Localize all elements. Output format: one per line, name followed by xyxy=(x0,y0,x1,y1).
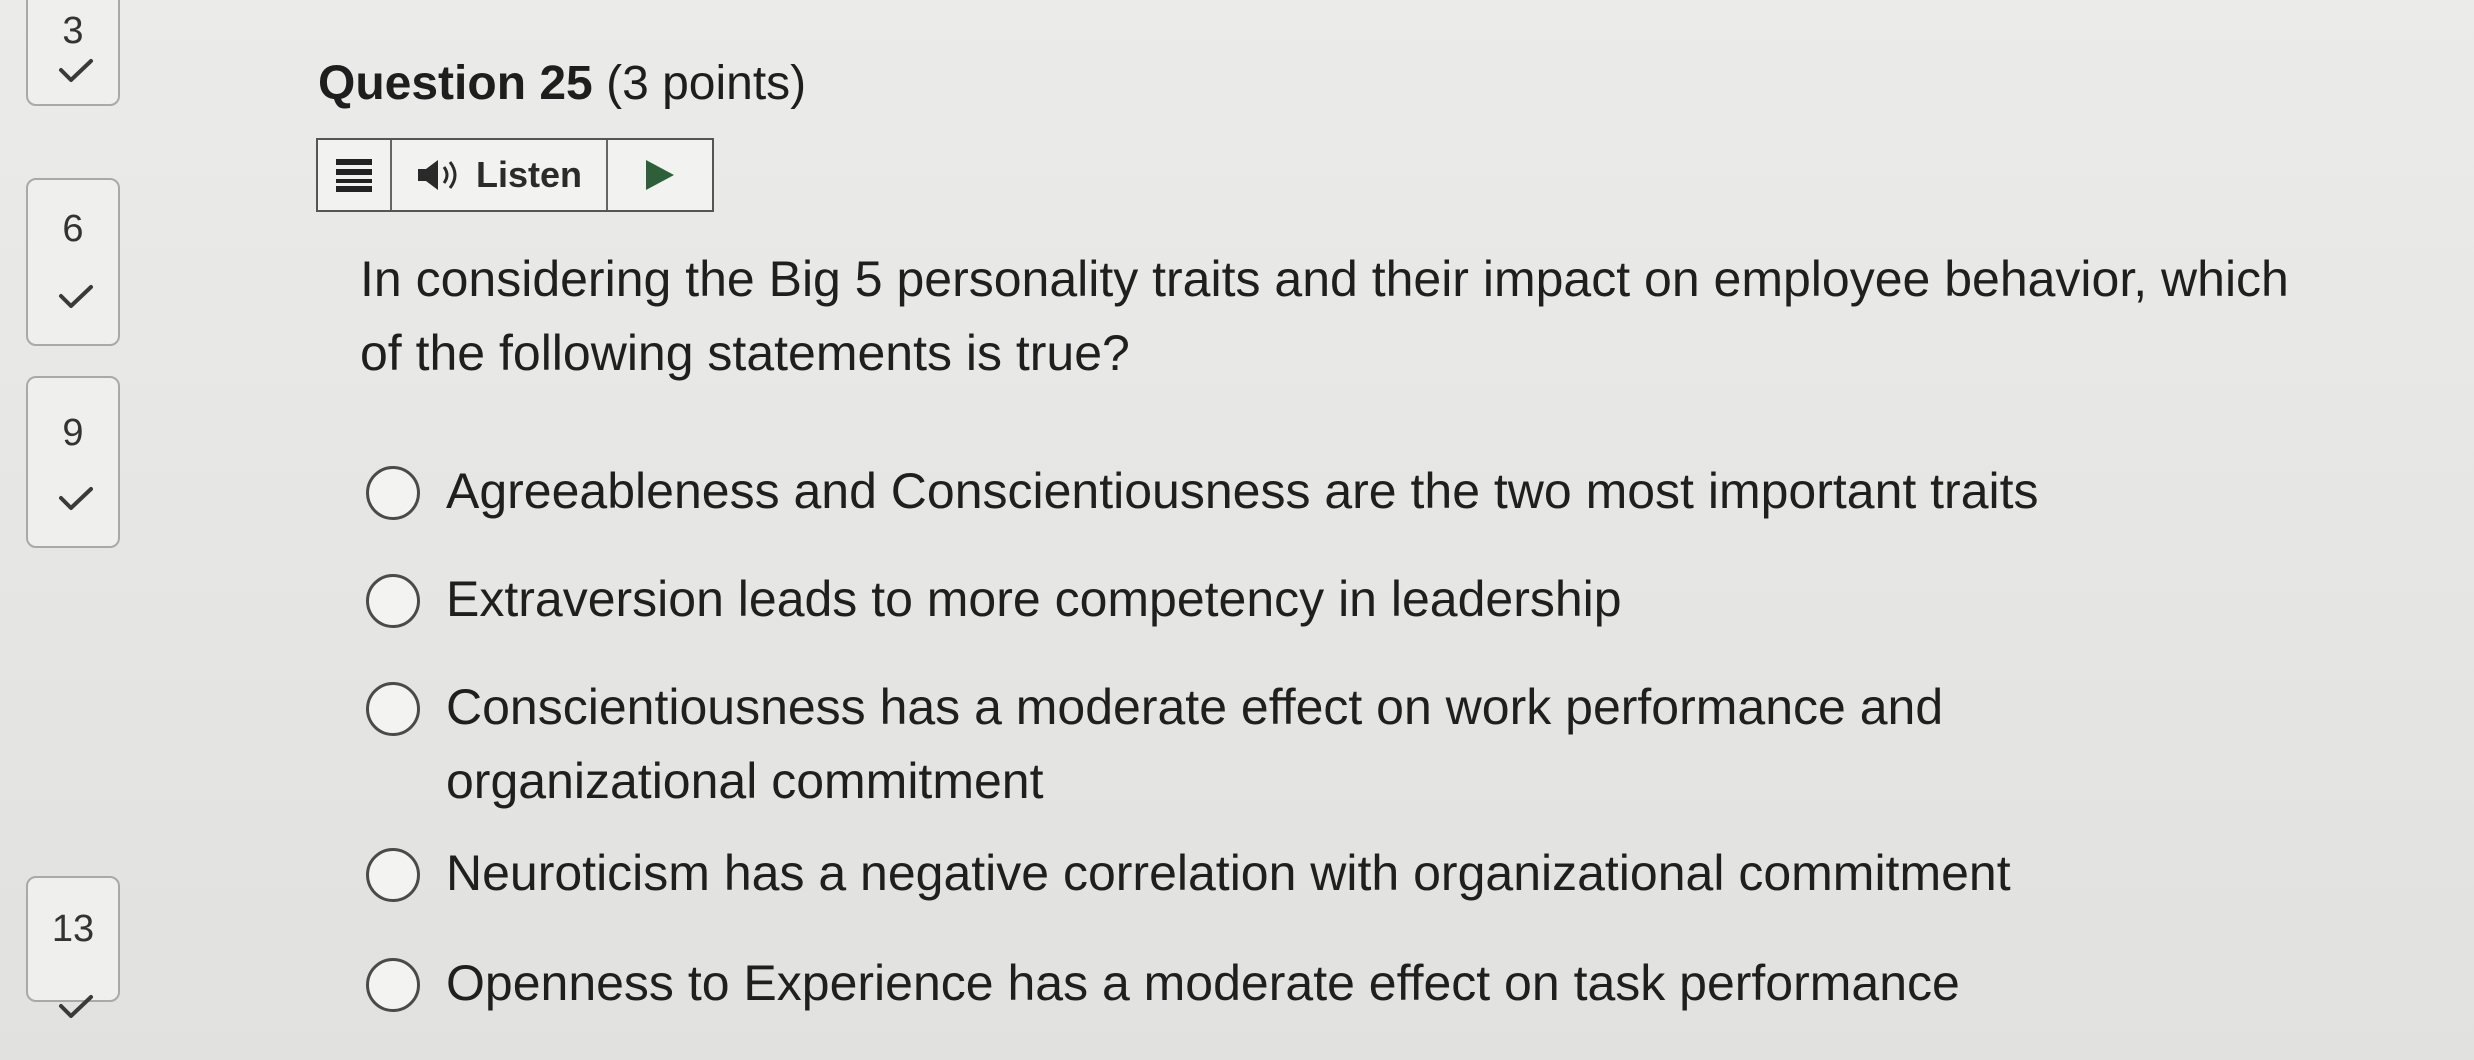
radio-button[interactable] xyxy=(366,574,420,628)
answer-option-label: Conscientiousness has a moderate effect … xyxy=(446,679,1944,809)
nav-item-number: 13 xyxy=(51,908,95,950)
question-title: Question 25 (3 points) xyxy=(318,56,806,111)
listen-button[interactable]: Listen xyxy=(392,140,608,210)
question-points: (3 points) xyxy=(606,57,807,110)
listen-menu-button[interactable] xyxy=(318,140,392,210)
checkmark-icon xyxy=(59,285,93,308)
play-button[interactable] xyxy=(608,140,712,210)
nav-item-number: 3 xyxy=(62,10,84,52)
answer-option[interactable]: Neuroticism has a negative correlation w… xyxy=(366,845,2186,910)
nav-item-number: 6 xyxy=(62,208,84,250)
nav-item-6[interactable]: 6 xyxy=(26,178,120,346)
radio-button[interactable] xyxy=(366,466,420,520)
answer-option[interactable]: Openness to Experience has a moderate ef… xyxy=(366,955,2186,1020)
answer-option-label: Openness to Experience has a moderate ef… xyxy=(446,955,1960,1011)
answer-option[interactable]: Agreeableness and Conscientiousness are … xyxy=(366,463,2186,528)
nav-item-13[interactable]: 13 xyxy=(26,876,120,1018)
nav-item-number: 9 xyxy=(62,412,84,454)
answer-option[interactable]: Extraversion leads to more competency in… xyxy=(366,571,2186,636)
speaker-icon xyxy=(417,160,457,190)
answer-option-label: Extraversion leads to more competency in… xyxy=(446,571,1622,627)
checkmark-icon xyxy=(59,59,93,82)
question-number: Question 25 xyxy=(318,57,593,110)
listen-label: Listen xyxy=(475,154,582,195)
radio-button[interactable] xyxy=(366,848,420,902)
answer-option-label: Neuroticism has a negative correlation w… xyxy=(446,845,2011,901)
answer-option-label: Agreeableness and Conscientiousness are … xyxy=(446,463,2039,519)
question-text: In considering the Big 5 personality tra… xyxy=(360,251,2289,381)
menu-icon xyxy=(336,159,372,192)
answer-option[interactable]: Conscientiousness has a moderate effect … xyxy=(366,679,2086,818)
nav-item-3[interactable]: 3 xyxy=(26,0,120,106)
listen-toolbar: Listen xyxy=(316,138,714,212)
checkmark-icon xyxy=(59,487,93,510)
radio-button[interactable] xyxy=(366,958,420,1012)
play-icon xyxy=(646,160,674,190)
radio-button[interactable] xyxy=(366,682,420,736)
checkmark-icon xyxy=(59,995,93,1018)
nav-item-9[interactable]: 9 xyxy=(26,376,120,548)
